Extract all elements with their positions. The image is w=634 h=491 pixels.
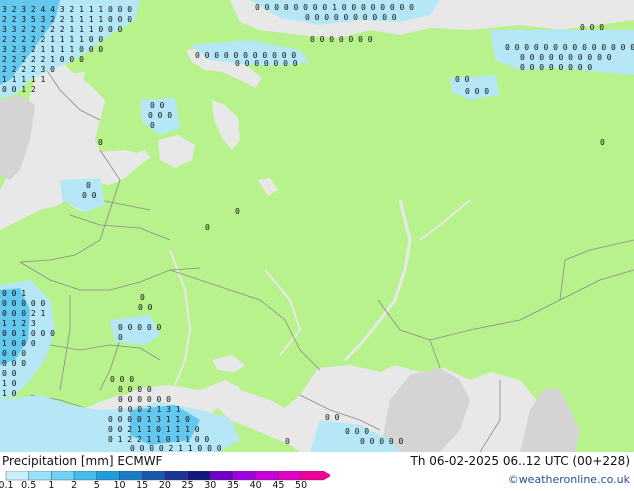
scale-tick-label: 50 bbox=[295, 480, 308, 491]
svg-text:0: 0 bbox=[98, 138, 103, 147]
scale-swatch bbox=[210, 471, 234, 481]
site-credit[interactable]: ©weatheronline.co.uk bbox=[508, 473, 630, 486]
svg-text:0 0 0: 0 0 0 bbox=[2, 349, 26, 358]
svg-text:0 0 0 0 2 1 1 0 0 0: 0 0 0 0 2 1 1 0 0 0 bbox=[130, 444, 222, 452]
scale-swatch bbox=[300, 471, 325, 481]
scale-tick-label: 0.1 bbox=[0, 480, 14, 491]
svg-text:0 0 0 0 0: 0 0 0 0 0 bbox=[360, 437, 404, 446]
svg-text:0 0: 0 0 bbox=[82, 191, 97, 200]
scale-tick-label: 0.5 bbox=[21, 480, 37, 491]
svg-text:0 0 0: 0 0 0 bbox=[148, 111, 172, 120]
svg-text:0 0 1 2: 0 0 1 2 bbox=[2, 85, 36, 94]
scale-tick-label: 10 bbox=[113, 480, 126, 491]
map-title: Precipitation [mm] ECMWF bbox=[2, 454, 163, 468]
scale-tick-label: 25 bbox=[181, 480, 194, 491]
svg-text:0 1 2 2 1 1 0 1 1 0 0: 0 1 2 2 1 1 0 1 1 0 0 bbox=[108, 435, 209, 444]
svg-text:0 0: 0 0 bbox=[325, 413, 340, 422]
svg-text:0 0 0 0 0 0 0 0 0 0: 0 0 0 0 0 0 0 0 0 0 bbox=[520, 53, 612, 62]
svg-text:0 0 2 1 1 0 1 1 1 0: 0 0 2 1 1 0 1 1 1 0 bbox=[108, 425, 200, 434]
svg-text:0: 0 bbox=[150, 121, 155, 130]
svg-text:0 0: 0 0 bbox=[138, 303, 153, 312]
scale-tick-label: 45 bbox=[272, 480, 285, 491]
scale-tick-label: 1 bbox=[48, 480, 55, 491]
svg-text:3 3 2 2 2 2 2 1 1 1 0 0 0: 3 3 2 2 2 2 2 1 1 1 0 0 0 bbox=[2, 25, 123, 34]
scale-tick-label: 5 bbox=[93, 480, 100, 491]
svg-text:3 2 3 2 1 1 1 1 0 0 0: 3 2 3 2 1 1 1 1 0 0 0 bbox=[2, 45, 103, 54]
scale-tick-label: 35 bbox=[226, 480, 240, 491]
svg-text:2 2 2 2 3 0: 2 2 2 2 3 0 bbox=[2, 65, 55, 74]
scale-swatch bbox=[119, 471, 143, 481]
scale-tick-label: 15 bbox=[136, 480, 149, 491]
svg-text:0 0 0 0 0 0 0 0: 0 0 0 0 0 0 0 0 bbox=[520, 63, 592, 72]
svg-text:2 2 3 5 3 2 2 1 1 1 1 0 0 0: 2 2 3 5 3 2 2 1 1 1 1 0 0 0 bbox=[2, 15, 132, 24]
svg-text:0 0: 0 0 bbox=[455, 75, 470, 84]
scale-swatch bbox=[96, 471, 120, 481]
svg-text:0: 0 bbox=[600, 138, 605, 147]
svg-text:0 0 0 2 1: 0 0 0 2 1 bbox=[2, 309, 46, 318]
scale-swatch bbox=[28, 471, 52, 481]
svg-text:0 0: 0 0 bbox=[2, 369, 17, 378]
svg-text:0 0 0 0 1 3 1 1 0: 0 0 0 0 1 3 1 1 0 bbox=[108, 415, 190, 424]
svg-text:0 0 0: 0 0 0 bbox=[345, 427, 369, 436]
scale-tick-label: 2 bbox=[71, 480, 78, 491]
scale-swatch bbox=[232, 471, 256, 481]
svg-text:0: 0 bbox=[285, 437, 290, 446]
scale-tick-label: 20 bbox=[158, 480, 171, 491]
scale-tick-label: 40 bbox=[249, 480, 262, 491]
svg-text:0 0 0: 0 0 0 bbox=[110, 375, 134, 384]
svg-text:2 2 2 2 2 1 0 0 0: 2 2 2 2 2 1 0 0 0 bbox=[2, 55, 84, 64]
svg-text:0 0: 0 0 bbox=[150, 101, 165, 110]
svg-text:1 0: 1 0 bbox=[2, 389, 17, 398]
scale-swatch bbox=[141, 471, 166, 481]
svg-text:0 0 0: 0 0 0 bbox=[465, 87, 489, 96]
svg-text:0: 0 bbox=[235, 207, 240, 216]
svg-text:0: 0 bbox=[205, 223, 210, 232]
svg-text:0: 0 bbox=[140, 293, 145, 302]
svg-text:0: 0 bbox=[86, 181, 91, 190]
svg-text:0 0 0 0 0: 0 0 0 0 0 bbox=[2, 299, 46, 308]
scale-swatch bbox=[278, 471, 302, 481]
svg-text:0 0 0 0 0 0 0: 0 0 0 0 0 0 0 bbox=[310, 35, 373, 44]
svg-text:0 0 1: 0 0 1 bbox=[2, 289, 26, 298]
svg-text:0 0 0: 0 0 0 bbox=[2, 359, 26, 368]
svg-text:0 0 1 0 0 0: 0 0 1 0 0 0 bbox=[2, 329, 55, 338]
scale-swatch bbox=[255, 471, 279, 481]
valid-time: Th 06-02-2025 06..12 UTC (00+228) bbox=[410, 454, 630, 468]
svg-text:0 0 0: 0 0 0 bbox=[580, 23, 604, 32]
svg-text:1 0 0 0: 1 0 0 0 bbox=[2, 339, 36, 348]
scale-swatch bbox=[164, 471, 188, 481]
svg-text:0 0 0 0 0: 0 0 0 0 0 bbox=[118, 323, 162, 332]
svg-text:0 0 0 2 1 3 1: 0 0 0 2 1 3 1 bbox=[118, 405, 181, 414]
svg-text:0: 0 bbox=[118, 333, 123, 342]
svg-text:0 0 0 0 0 0 0 0 0 0 0 0 0 0: 0 0 0 0 0 0 0 0 0 0 0 0 0 0 bbox=[505, 43, 634, 52]
scale-swatch bbox=[73, 471, 97, 481]
scale-arrow bbox=[323, 471, 330, 480]
scale-swatch bbox=[51, 471, 75, 481]
svg-text:0 0 0 0 0 0: 0 0 0 0 0 0 bbox=[118, 395, 171, 404]
map-footer: Precipitation [mm] ECMWF Th 06-02-2025 0… bbox=[0, 452, 634, 490]
precipitation-map: 3 2 3 2 4 4 3 2 1 1 1 0 0 0 2 2 3 5 3 2 … bbox=[0, 0, 634, 452]
svg-text:0 0 0 0: 0 0 0 0 bbox=[118, 385, 152, 394]
svg-text:2 2 2 2 2 1 1 1 1 0 0: 2 2 2 2 2 1 1 1 1 0 0 bbox=[2, 35, 103, 44]
svg-text:0 0 0 0 0 0 0 0 0 0: 0 0 0 0 0 0 0 0 0 0 bbox=[305, 13, 397, 22]
svg-text:3 2 3 2 4 4 3 2 1 1 1 0 0 0: 3 2 3 2 4 4 3 2 1 1 1 0 0 0 bbox=[2, 5, 132, 14]
svg-text:1 0: 1 0 bbox=[2, 379, 17, 388]
svg-text:0 0 0 0 0 0 0: 0 0 0 0 0 0 0 bbox=[235, 59, 298, 68]
scale-tick-label: 30 bbox=[204, 480, 217, 491]
svg-text:1 1 2 3: 1 1 2 3 bbox=[2, 319, 36, 328]
scale-swatch bbox=[187, 471, 211, 481]
svg-text:0 0 0 0 0 0 0 0 1 0 0 0 0 0 0: 0 0 0 0 0 0 0 0 1 0 0 0 0 0 0 0 0 bbox=[255, 3, 414, 12]
svg-text:1 1 1 1 1: 1 1 1 1 1 bbox=[2, 75, 46, 84]
scale-swatch bbox=[5, 471, 29, 481]
